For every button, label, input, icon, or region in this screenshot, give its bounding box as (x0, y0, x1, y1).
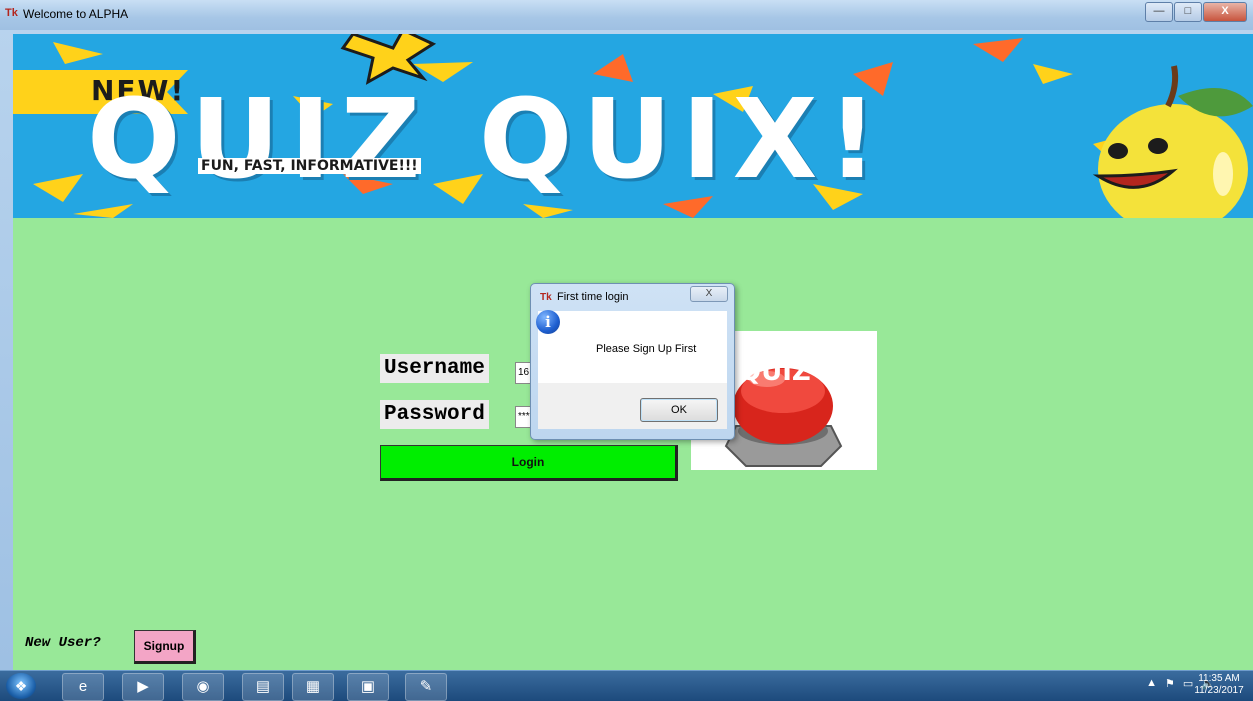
quiz-image-label: QUIZ (739, 357, 811, 387)
ok-button[interactable]: OK (640, 398, 718, 422)
tk-app-icon: Tk (5, 7, 18, 19)
media-player-taskbar-icon[interactable]: ▶ (122, 673, 164, 701)
info-icon: i (536, 310, 560, 334)
title-bar[interactable]: Tk Welcome to ALPHA — □ X (0, 0, 1253, 30)
paint-taskbar-icon[interactable]: ✎ (405, 673, 447, 701)
banner-title: QUIZ QUIX! (87, 75, 888, 203)
ie-taskbar-icon[interactable]: e (62, 673, 104, 701)
close-button[interactable]: X (1203, 2, 1247, 22)
signup-button[interactable]: Signup (134, 630, 196, 664)
clock[interactable]: 11:35 AM 11/23/2017 (1190, 673, 1248, 697)
clock-date: 11/23/2017 (1194, 685, 1244, 696)
banner-subtitle: FUN, FAST, INFORMATIVE!!! (198, 158, 421, 174)
chrome-taskbar-icon[interactable]: ◉ (182, 673, 224, 701)
start-button[interactable]: ❖ (6, 673, 36, 699)
password-label: Password (380, 400, 489, 429)
documents-taskbar-icon[interactable]: ▦ (292, 673, 334, 701)
action-center-icon[interactable]: ⚑ (1165, 677, 1175, 690)
python-taskbar-icon[interactable]: ▣ (347, 673, 389, 701)
taskbar: ❖ e ▶ ◉ ▤ ▦ ▣ ✎ ▲ ⚑ ▭ 🔈 11:35 AM 11/23/2… (0, 670, 1253, 701)
window-controls: — □ X (1144, 2, 1247, 22)
dialog-message: Please Sign Up First (596, 343, 697, 355)
tk-dialog-icon: Tk (540, 292, 552, 303)
username-label: Username (380, 354, 489, 383)
window-title: Welcome to ALPHA (23, 7, 129, 21)
show-hidden-icons-icon[interactable]: ▲ (1146, 677, 1157, 690)
new-user-label: New User? (25, 635, 101, 651)
explorer-taskbar-icon[interactable]: ▤ (242, 673, 284, 701)
minimize-button[interactable]: — (1145, 2, 1173, 22)
quiz-banner: NEW! QUIZ QUIX! FUN, FAST, INFORMATIVE!!… (13, 34, 1253, 218)
login-button[interactable]: Login (380, 445, 678, 481)
dialog-title: First time login (557, 291, 629, 303)
maximize-button[interactable]: □ (1174, 2, 1202, 22)
dialog-close-button[interactable]: X (690, 286, 728, 302)
clock-time: 11:35 AM (1198, 673, 1240, 684)
